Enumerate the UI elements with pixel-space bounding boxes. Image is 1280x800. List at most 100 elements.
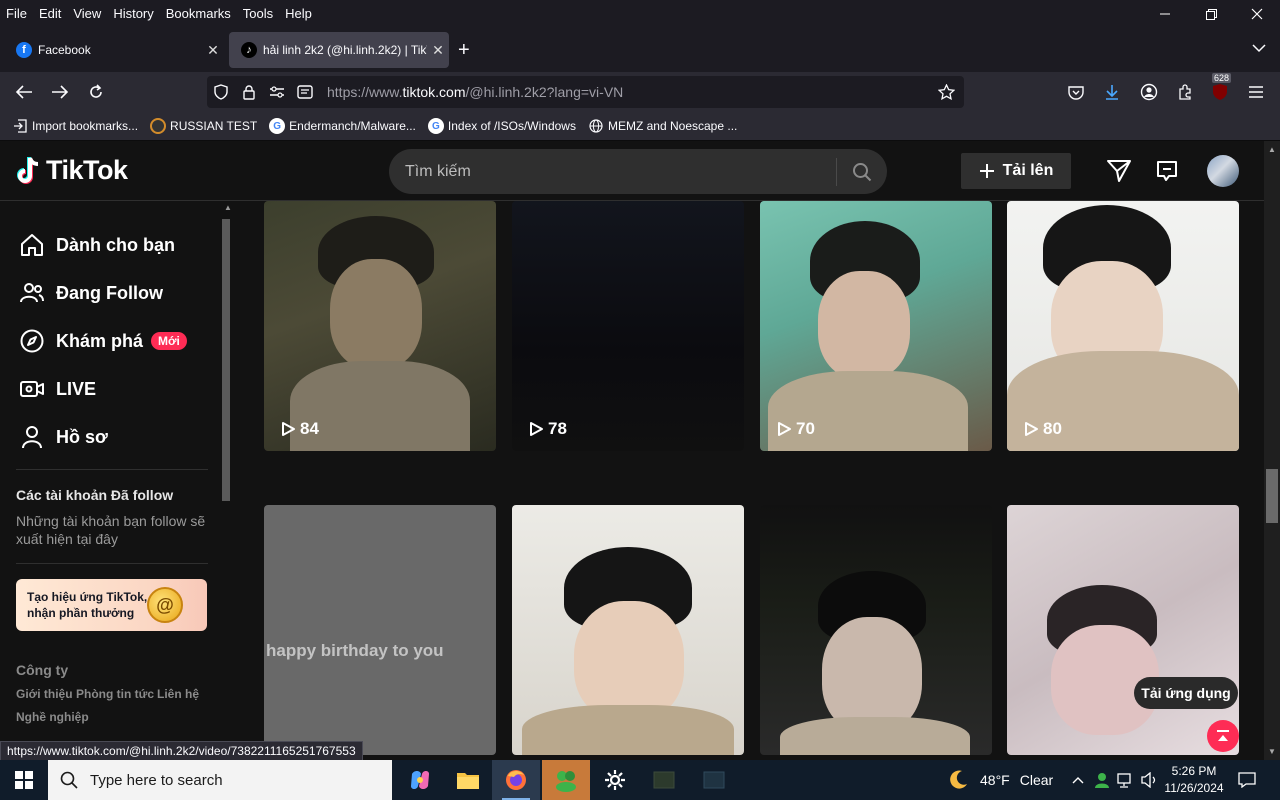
search-input[interactable]: Tìm kiếm (405, 163, 836, 181)
bookmark-label: Endermanch/Malware... (289, 119, 416, 133)
new-tab-button[interactable]: + (458, 38, 470, 62)
tab-title: hải linh 2k2 (@hi.linh.2k2) | TikT (263, 43, 427, 57)
app-menu-button[interactable] (1244, 80, 1268, 104)
tray-volume[interactable] (1139, 770, 1159, 790)
sidebar-item-explore[interactable]: Khám phá Mới (18, 325, 187, 357)
bookmark-item[interactable]: Import bookmarks... (12, 118, 138, 134)
video-card[interactable] (760, 505, 992, 755)
taskbar-search-box[interactable]: Type here to search (48, 760, 392, 800)
footer-link-newsroom[interactable]: Phòng tin tức (76, 687, 154, 701)
menu-edit[interactable]: Edit (33, 6, 67, 21)
game-app[interactable] (542, 760, 590, 800)
sidebar-scrollbar[interactable] (222, 219, 230, 501)
menu-file[interactable]: File (0, 6, 33, 21)
forward-button[interactable] (48, 80, 72, 104)
back-button[interactable] (12, 80, 36, 104)
sidebar-item-label: Khám phá (56, 330, 144, 351)
weather-widget[interactable]: 48°F Clear (946, 760, 1053, 800)
video-card[interactable]: happy birthday to you (264, 505, 496, 755)
tray-people[interactable] (1092, 770, 1112, 790)
restore-button[interactable] (1188, 0, 1234, 28)
get-app-button[interactable]: Tải ứng dụng (1134, 677, 1238, 709)
footer-heading[interactable]: Công ty (16, 662, 68, 678)
tab-close-button[interactable]: ✕ (427, 42, 449, 59)
file-explorer-app[interactable] (444, 760, 492, 800)
tab-facebook[interactable]: f Facebook ✕ (4, 32, 224, 68)
video-card[interactable] (512, 505, 744, 755)
tab-close-button[interactable]: ✕ (202, 42, 224, 59)
search-button[interactable] (837, 162, 887, 182)
copilot-app[interactable] (396, 760, 444, 800)
avatar[interactable] (1207, 155, 1239, 187)
footer-link-about[interactable]: Giới thiệu (16, 687, 73, 701)
start-button[interactable] (0, 760, 48, 800)
tray-chevron-up[interactable] (1068, 770, 1088, 790)
video-card[interactable]: 84 (264, 201, 496, 451)
address-bar[interactable]: https://www.tiktok.com/@hi.linh.2k2?lang… (207, 76, 964, 108)
menu-view[interactable]: View (67, 6, 107, 21)
inbox-button[interactable] (1153, 157, 1181, 185)
video-card[interactable] (1007, 505, 1239, 755)
weather-temp: 48°F (980, 772, 1010, 788)
video-card[interactable]: 70 (760, 201, 992, 451)
menu-history[interactable]: History (107, 6, 159, 21)
notifications-button[interactable] (1237, 770, 1257, 790)
menu-tools[interactable]: Tools (237, 6, 279, 21)
messages-button[interactable] (1105, 157, 1133, 185)
scroll-up-arrow[interactable]: ▲ (1268, 145, 1276, 154)
page-scrollbar[interactable]: ▲ ▼ (1264, 141, 1280, 760)
tracking-protection-icon[interactable] (207, 84, 235, 100)
reader-view-icon[interactable] (291, 85, 319, 99)
taskbar-app[interactable] (690, 760, 738, 800)
sidebar-item-following[interactable]: Đang Follow (18, 277, 163, 309)
minimize-button[interactable] (1142, 0, 1188, 28)
scrollbar-thumb[interactable] (1266, 469, 1278, 523)
menu-bookmarks[interactable]: Bookmarks (160, 6, 237, 21)
pocket-button[interactable] (1064, 80, 1088, 104)
logo-text: TikTok (46, 155, 128, 185)
bookmark-label: MEMZ and Noescape ... (607, 119, 738, 133)
upload-button[interactable]: Tải lên (961, 153, 1071, 189)
account-button[interactable] (1137, 80, 1161, 104)
permissions-icon[interactable] (263, 86, 291, 98)
sidebar-item-profile[interactable]: Hồ sơ (18, 421, 108, 453)
reload-button[interactable] (84, 80, 108, 104)
settings-app[interactable] (591, 760, 639, 800)
folder-icon (457, 773, 479, 789)
upload-label: Tải lên (1002, 162, 1054, 179)
scroll-to-top-button[interactable] (1207, 720, 1239, 752)
bookmark-star-icon[interactable] (932, 84, 960, 100)
list-all-tabs-button[interactable] (1252, 40, 1266, 56)
thumbnail-face (818, 271, 910, 379)
tiktok-logo[interactable]: TikTok (16, 155, 128, 186)
footer-link-contact[interactable]: Liên hệ (157, 687, 199, 701)
url-text[interactable]: https://www.tiktok.com/@hi.linh.2k2?lang… (327, 84, 932, 100)
video-card[interactable]: 80 (1007, 201, 1239, 451)
bookmark-item[interactable]: MEMZ and Noescape ... (588, 118, 737, 134)
firefox-app[interactable] (492, 760, 540, 800)
tray-network[interactable] (1115, 770, 1135, 790)
extensions-button[interactable] (1173, 80, 1197, 104)
taskbar-clock[interactable]: 5:26 PM 11/26/2024 (1160, 763, 1228, 797)
bookmark-item[interactable]: G Index of /ISOs/Windows (427, 118, 576, 134)
extension-ublock-button[interactable]: 628 (1208, 73, 1232, 104)
tab-tiktok[interactable]: ♪ hải linh 2k2 (@hi.linh.2k2) | TikT ✕ (229, 32, 449, 68)
search-bar[interactable]: Tìm kiếm (389, 149, 887, 194)
footer-link-careers[interactable]: Nghề nghiệp (16, 710, 89, 724)
bookmark-item[interactable]: RUSSIAN TEST (150, 118, 257, 134)
scroll-down-arrow[interactable]: ▼ (1268, 747, 1276, 756)
downloads-button[interactable] (1100, 80, 1124, 104)
reload-icon (90, 84, 102, 98)
sidebar-scroll-up[interactable]: ▲ (224, 203, 232, 212)
taskbar-app[interactable] (640, 760, 688, 800)
video-card[interactable]: 78 (512, 201, 744, 451)
navigation-toolbar: https://www.tiktok.com/@hi.linh.2k2?lang… (0, 72, 1280, 112)
restore-icon (1205, 8, 1217, 20)
menu-help[interactable]: Help (279, 6, 318, 21)
bookmark-item[interactable]: G Endermanch/Malware... (269, 118, 416, 134)
sidebar-item-for-you[interactable]: Dành cho bạn (18, 229, 175, 261)
effect-house-banner[interactable]: Tạo hiệu ứng TikTok, nhận phần thưởng @ (16, 579, 207, 631)
close-window-button[interactable] (1234, 0, 1280, 28)
lock-icon[interactable] (235, 84, 263, 100)
sidebar-item-live[interactable]: LIVE (18, 373, 96, 405)
